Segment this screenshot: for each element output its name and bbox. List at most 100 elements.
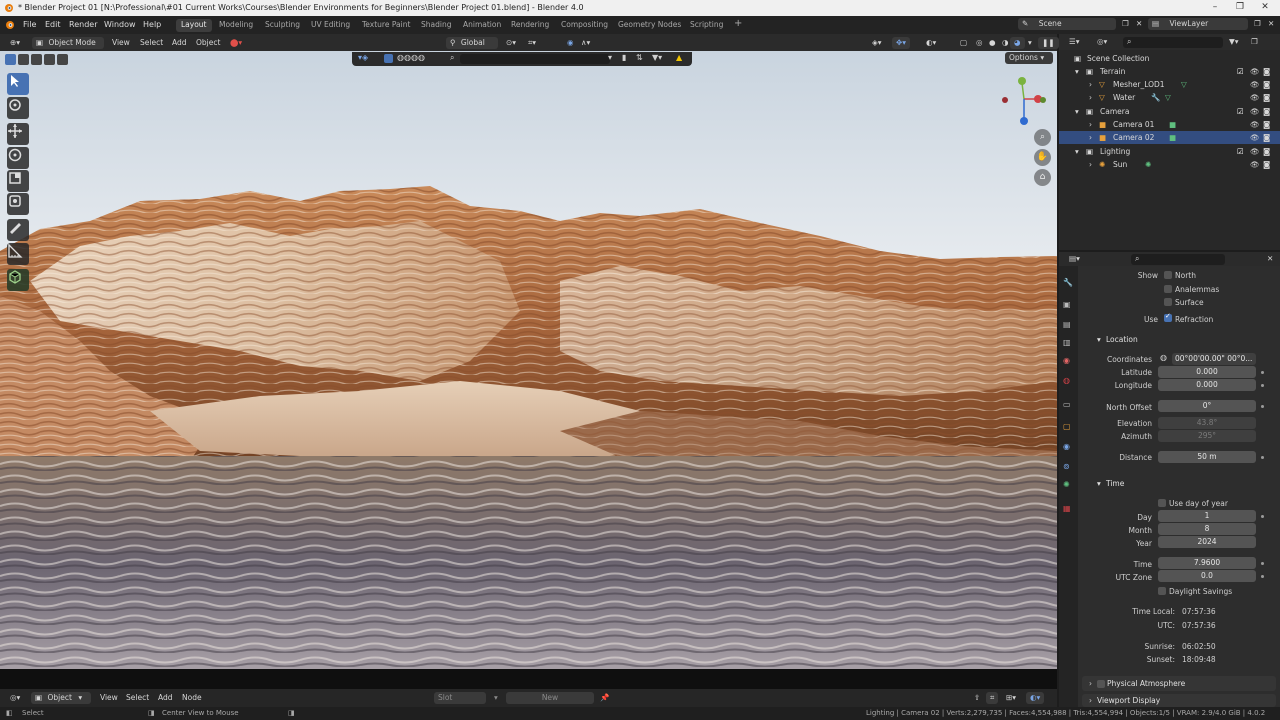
keyframe-dot[interactable] [1261, 371, 1264, 374]
menu-view[interactable]: View [96, 692, 122, 704]
elevation-field[interactable]: 43.8° [1158, 417, 1256, 429]
backdrop-icon[interactable]: ◐▾ [1026, 692, 1045, 704]
tab-scene-icon[interactable]: ◉ [1063, 356, 1070, 365]
tab-constraints-icon[interactable]: ⊚ [1063, 462, 1070, 471]
menu-window[interactable]: Window [104, 20, 136, 29]
render-icon[interactable]: ◙ [1263, 80, 1270, 89]
tab-scripting[interactable]: Scripting [685, 19, 728, 32]
sphere-icon[interactable]: ◍◍◍◍ [397, 53, 425, 62]
annotate-tool[interactable] [7, 219, 29, 241]
parent-node-icon[interactable]: ⇧ [970, 692, 984, 704]
outliner-editor-icon[interactable]: ☰▾ [1065, 36, 1084, 48]
warning-icon[interactable]: ▲ [676, 53, 682, 62]
add-workspace-button[interactable]: + [729, 17, 747, 30]
pan-hand-icon[interactable]: ✋ [1034, 149, 1051, 166]
pivot-point-icon[interactable]: ⊙▾ [502, 37, 520, 49]
surface-checkbox[interactable] [1164, 298, 1172, 306]
tab-uv-editing[interactable]: UV Editing [306, 19, 355, 32]
tab-render-icon[interactable]: ▣ [1063, 300, 1071, 309]
keyframe-dot[interactable] [1261, 515, 1264, 518]
select-subtract-icon[interactable] [31, 54, 42, 65]
outliner-root[interactable]: ▣ Scene Collection [1059, 52, 1280, 65]
north-checkbox[interactable] [1164, 271, 1172, 279]
distance-field[interactable]: 50 m [1158, 451, 1256, 463]
select-mode-buttons[interactable] [5, 54, 69, 66]
outliner-search-input[interactable] [1123, 37, 1223, 48]
eye-icon[interactable]: 👁 [1250, 80, 1260, 89]
outliner-row-lighting[interactable]: ▾ ▣ Lighting ☑ 👁 ◙ [1059, 145, 1280, 158]
eye-icon[interactable]: 👁 [1250, 160, 1260, 169]
measure-tool[interactable] [7, 243, 29, 265]
tab-object-icon[interactable]: ▢ [1063, 422, 1071, 431]
properties-editor-icon[interactable]: ▤▾ [1065, 253, 1084, 265]
scene-selector[interactable]: ✎ Scene [1018, 18, 1116, 30]
outliner-row-camera-01[interactable]: › ■ Camera 01 ■ 👁 ◙ [1059, 118, 1280, 131]
month-field[interactable]: 8 [1158, 523, 1256, 535]
slot-dropdown-icon[interactable]: ▾ [490, 692, 502, 704]
tab-texture-icon[interactable]: ▦ [1063, 504, 1071, 513]
tab-rendering[interactable]: Rendering [506, 19, 554, 32]
keyframe-dot[interactable] [1261, 405, 1264, 408]
node-editor-type-icon[interactable]: ◎▾ [6, 692, 24, 704]
bookmark-icon[interactable]: ▮ [622, 53, 626, 62]
view-object-types-icon[interactable]: ▾◈ [358, 53, 368, 62]
tab-shading[interactable]: Shading [416, 19, 456, 32]
snap-icon[interactable]: ⌗▾ [524, 37, 540, 49]
render-icon[interactable]: ◙ [1263, 67, 1270, 76]
menu-edit[interactable]: Edit [45, 20, 61, 29]
shading-rendered-icon[interactable]: ◕ [1010, 37, 1025, 49]
transform-orientation-selector[interactable]: ⚲ Global [446, 37, 498, 49]
properties-search-input[interactable] [1131, 254, 1225, 265]
day-field[interactable]: 1 [1158, 510, 1256, 522]
tab-layout[interactable]: Layout [176, 19, 212, 32]
transform-tool[interactable] [7, 193, 29, 215]
tab-compositing[interactable]: Compositing [556, 19, 613, 32]
menu-file[interactable]: File [23, 20, 36, 29]
tab-world-icon[interactable]: ◍ [1063, 376, 1070, 385]
filter-icon[interactable] [384, 54, 393, 63]
display-mode-icon[interactable]: ◎▾ [1093, 36, 1111, 48]
move-tool[interactable] [7, 123, 29, 145]
menu-node[interactable]: Node [178, 692, 206, 704]
checkbox-icon[interactable]: ☑ [1237, 147, 1244, 156]
gizmo-toggle-icon[interactable]: ✥▾ [892, 37, 911, 49]
add-cube-tool[interactable] [7, 269, 29, 291]
analemmas-checkbox[interactable] [1164, 285, 1172, 293]
physical-atmosphere-panel[interactable]: › Physical Atmosphere [1082, 676, 1276, 691]
time-field[interactable]: 7.9600 [1158, 557, 1256, 569]
overlay-toggle-icon[interactable]: ◐▾ [922, 37, 940, 49]
tab-view-layer-icon[interactable]: ▥ [1063, 338, 1071, 347]
render-icon[interactable]: ◙ [1263, 93, 1270, 102]
menu-select[interactable]: Select [122, 692, 153, 704]
new-material-button[interactable]: New [506, 692, 594, 704]
eye-icon[interactable]: 👁 [1250, 133, 1260, 142]
coordinates-field[interactable]: 00°00'00.00" 00°0... [1172, 353, 1256, 365]
tab-physics-icon[interactable]: ◉ [1063, 442, 1070, 451]
utc-zone-field[interactable]: 0.0 [1158, 570, 1256, 582]
pin-icon[interactable]: 📌 [596, 692, 613, 704]
tab-data-icon[interactable]: ✺ [1063, 480, 1070, 489]
physical-atmosphere-checkbox[interactable] [1097, 680, 1105, 688]
use-day-of-year-checkbox[interactable] [1158, 499, 1166, 507]
snap-toggle-icon[interactable]: ⌗ [986, 692, 999, 704]
editor-type-3d-icon[interactable]: ⊕▾ [6, 37, 24, 49]
tab-texture-paint[interactable]: Texture Paint [357, 19, 415, 32]
location-section-toggle[interactable]: ▾ [1097, 335, 1101, 344]
overlay-icon[interactable]: ⊞▾ [1002, 692, 1020, 704]
eye-icon[interactable]: 👁 [1250, 107, 1260, 116]
outliner-row-camera-02[interactable]: › ■ Camera 02 ■ 👁 ◙ [1059, 131, 1280, 144]
funnel-icon[interactable]: ▼▾ [652, 53, 662, 62]
render-icon[interactable]: ◙ [1263, 147, 1270, 156]
longitude-field[interactable]: 0.000 [1158, 379, 1256, 391]
gpencil-icon[interactable]: ⬤▾ [226, 37, 246, 49]
tab-modeling[interactable]: Modeling [214, 19, 258, 32]
new-scene-icon[interactable]: ❐ [1118, 18, 1133, 30]
filter-funnel-icon[interactable]: ▼▾ [1225, 36, 1243, 48]
keyframe-dot[interactable] [1261, 575, 1264, 578]
outliner-row-terrain[interactable]: ▾ ▣ Terrain ☑ 👁 ◙ [1059, 65, 1280, 78]
eye-icon[interactable]: 👁 [1250, 120, 1260, 129]
checkbox-icon[interactable]: ☑ [1237, 67, 1244, 76]
outliner-row-sun[interactable]: › ✺ Sun ✺ 👁 ◙ [1059, 158, 1280, 171]
slot-selector[interactable]: Slot [434, 692, 486, 704]
menu-render[interactable]: Render [69, 20, 97, 29]
